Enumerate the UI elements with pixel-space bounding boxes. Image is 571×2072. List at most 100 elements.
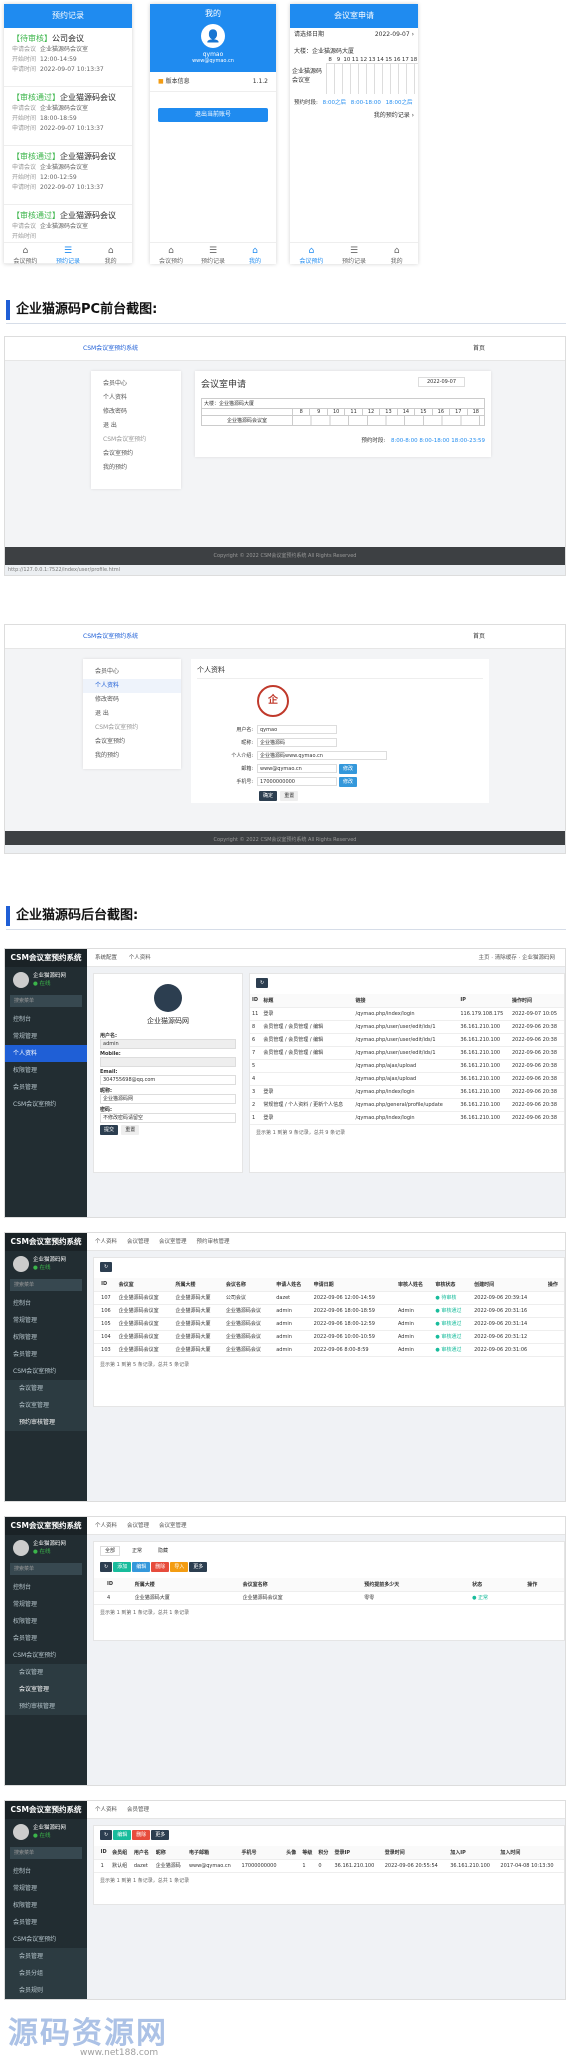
sidebar-item[interactable]: 个人资料: [5, 1045, 87, 1062]
tab-booking[interactable]: ⌂ 会议预约: [150, 243, 192, 265]
column-header[interactable]: 操作时间: [509, 994, 564, 1008]
sidebar-item[interactable]: 会员分组: [5, 1965, 87, 1982]
menu-search-input[interactable]: 搜索菜单: [10, 1279, 82, 1291]
menu-search-input[interactable]: 搜索菜单: [10, 995, 82, 1007]
column-header[interactable]: ID: [99, 1278, 117, 1292]
list-item[interactable]: 【审核通过】企业猫源码会议 申请会议 企业猫源码会议室 开始时间 12:00-12:59…: [4, 146, 132, 205]
sidebar-item[interactable]: 权限管理: [5, 1062, 87, 1079]
tab-mine[interactable]: ⌂ 我的: [234, 243, 276, 265]
menu-search-input[interactable]: 搜索菜单: [10, 1847, 82, 1859]
column-header[interactable]: 电子邮箱: [186, 1846, 240, 1860]
column-header[interactable]: 会议名称: [223, 1278, 275, 1292]
table-row[interactable]: 1 登录/qymao.php/index/login 36.161.210.100 2…: [250, 1111, 564, 1125]
edit-button[interactable]: 修改: [339, 776, 358, 787]
column-header[interactable]: 加入时间: [498, 1846, 564, 1860]
tab[interactable]: 预约审核管理: [197, 1239, 230, 1245]
sidebar-item[interactable]: 常规管理: [5, 1312, 87, 1329]
column-header[interactable]: 加入IP: [448, 1846, 499, 1860]
sidebar-item[interactable]: 控制台: [5, 1579, 87, 1596]
sidebar-item[interactable]: CSM会议室预约: [5, 1931, 87, 1948]
table-row[interactable]: 3 登录/qymao.php/index/login 36.161.210.100 2…: [250, 1085, 564, 1099]
table-row[interactable]: 5/qymao.php/ajax/upload 36.161.210.100 202…: [250, 1059, 564, 1073]
toolbar-button[interactable]: 编辑: [113, 1830, 132, 1840]
sidebar-item[interactable]: 控制台: [5, 1011, 87, 1028]
sidebar-item[interactable]: 会议管理: [5, 1664, 87, 1681]
column-header[interactable]: 昵称: [153, 1846, 187, 1860]
sidebar-item[interactable]: 会员管理: [5, 1914, 87, 1931]
tab-profile[interactable]: 个人资料: [129, 955, 151, 961]
sidebar-item[interactable]: 会员中心: [83, 665, 181, 679]
tab[interactable]: 会议室管理: [159, 1239, 187, 1245]
form-input[interactable]: 17000000000: [257, 777, 337, 786]
tab[interactable]: 个人资料: [95, 1523, 117, 1529]
tab[interactable]: 会议管理: [127, 1239, 149, 1245]
column-header[interactable]: 操作: [525, 1578, 564, 1592]
clear-cache-button[interactable]: 清除缓存: [495, 955, 517, 961]
version-row[interactable]: ■ 版本信息 1.1.2: [150, 72, 276, 92]
tab[interactable]: 个人资料: [95, 1239, 117, 1245]
sidebar-item[interactable]: 常规管理: [5, 1596, 87, 1613]
sidebar-item[interactable]: 我的预约: [91, 461, 181, 475]
column-header[interactable]: 审核状态: [433, 1278, 473, 1292]
list-item[interactable]: 【待审核】公司会议 申请会议 企业猫源码会议室 开始时间 12:00-14:59 申请时间…: [4, 28, 132, 87]
refresh-button[interactable]: ↻: [256, 978, 269, 988]
sidebar-item[interactable]: 个人资料: [83, 679, 181, 693]
tab-records[interactable]: ☰ 预约记录: [192, 243, 234, 265]
column-header[interactable]: 手机号: [239, 1846, 285, 1860]
sidebar-item[interactable]: 会员管理: [5, 1630, 87, 1647]
sidebar-item[interactable]: 会员管理: [5, 1346, 87, 1363]
sidebar-item[interactable]: 会议室管理: [5, 1397, 87, 1414]
toolbar-button[interactable]: 删除: [151, 1562, 170, 1572]
column-header[interactable]: 积分: [316, 1846, 333, 1860]
sidebar-item[interactable]: CSM会议室预约: [5, 1096, 87, 1113]
user-menu[interactable]: 企业猫源码网: [522, 955, 555, 961]
table-row[interactable]: 11 登录/qymao.php/index/login 116.179.108.17…: [250, 1007, 564, 1021]
home-link[interactable]: 首页: [473, 625, 485, 649]
column-header[interactable]: 链接: [353, 994, 454, 1008]
tab-config[interactable]: 系统配置: [95, 955, 117, 961]
sidebar-item[interactable]: 会员管理: [5, 1079, 87, 1096]
sidebar-item[interactable]: 会议室预约: [83, 735, 181, 749]
table-row[interactable]: 4 企业猫源码大厦 企业猫源码会议室 零零 ● 正常: [94, 1591, 564, 1605]
column-header[interactable]: 用户名: [131, 1846, 154, 1860]
form-input[interactable]: 企业猫源码网: [100, 1094, 236, 1104]
column-header[interactable]: ID: [98, 1846, 111, 1860]
refresh-button[interactable]: ↻: [100, 1562, 113, 1572]
column-header[interactable]: 申请人姓名: [274, 1278, 312, 1292]
tab-records[interactable]: ☰ 预约记录: [47, 243, 90, 265]
column-header[interactable]: 会议室: [116, 1278, 174, 1292]
tab-booking[interactable]: ⌂ 会议预约: [290, 243, 333, 265]
column-header[interactable]: ID: [250, 994, 262, 1008]
date-input[interactable]: 2022-09-07: [417, 377, 465, 387]
sidebar-item[interactable]: 预约审核管理: [5, 1698, 87, 1715]
toolbar-button[interactable]: 添加: [113, 1562, 132, 1572]
sidebar-item[interactable]: 预约审核管理: [5, 1414, 87, 1431]
toolbar-button[interactable]: 导入: [170, 1562, 189, 1572]
column-header[interactable]: 状态: [470, 1578, 526, 1592]
table-row[interactable]: 103 企业猫源码会议室 企业猫源码大厦 企业猫源码会议 admin 2022-09-06…: [94, 1343, 564, 1357]
admin-logo[interactable]: CSM会议室预约系统: [5, 1517, 87, 1535]
column-header[interactable]: ID: [105, 1578, 133, 1592]
tab-mine[interactable]: ⌂ 我的: [375, 243, 418, 265]
form-input[interactable]: admin: [100, 1039, 236, 1049]
column-header[interactable]: 会议室名称: [240, 1578, 363, 1592]
sidebar-item[interactable]: 退 出: [83, 707, 181, 721]
table-row[interactable]: 1 默认组 dazet 企业猫源码 www@qymao.cn 17000000000 1 0 3…: [94, 1859, 564, 1873]
column-header[interactable]: 标题: [261, 994, 354, 1008]
date-picker[interactable]: 请选择日期 2022-09-07 ›: [290, 28, 418, 42]
tab[interactable]: 会议室管理: [159, 1523, 187, 1529]
reset-button[interactable]: 重置: [280, 791, 299, 801]
home-link[interactable]: 首页: [473, 337, 485, 361]
sidebar-item[interactable]: 会议室管理: [5, 1681, 87, 1698]
refresh-button[interactable]: ↻: [100, 1830, 113, 1840]
form-input[interactable]: 企业猫源码: [257, 738, 337, 747]
column-header[interactable]: 登录时间: [382, 1846, 449, 1860]
avatar[interactable]: 企: [257, 685, 289, 717]
form-input[interactable]: 企业猫源码www.qymao.cn: [257, 751, 387, 760]
table-row[interactable]: 105 企业猫源码会议室 企业猫源码大厦 企业猫源码会议 admin 2022-09-06…: [94, 1317, 564, 1331]
column-header[interactable]: 预约提前多少天: [362, 1578, 471, 1592]
form-input[interactable]: qymao: [257, 725, 337, 734]
home-link[interactable]: 主页: [478, 955, 489, 961]
toolbar-button[interactable]: 删除: [132, 1830, 151, 1840]
sidebar-item[interactable]: 会员管理: [5, 1948, 87, 1965]
